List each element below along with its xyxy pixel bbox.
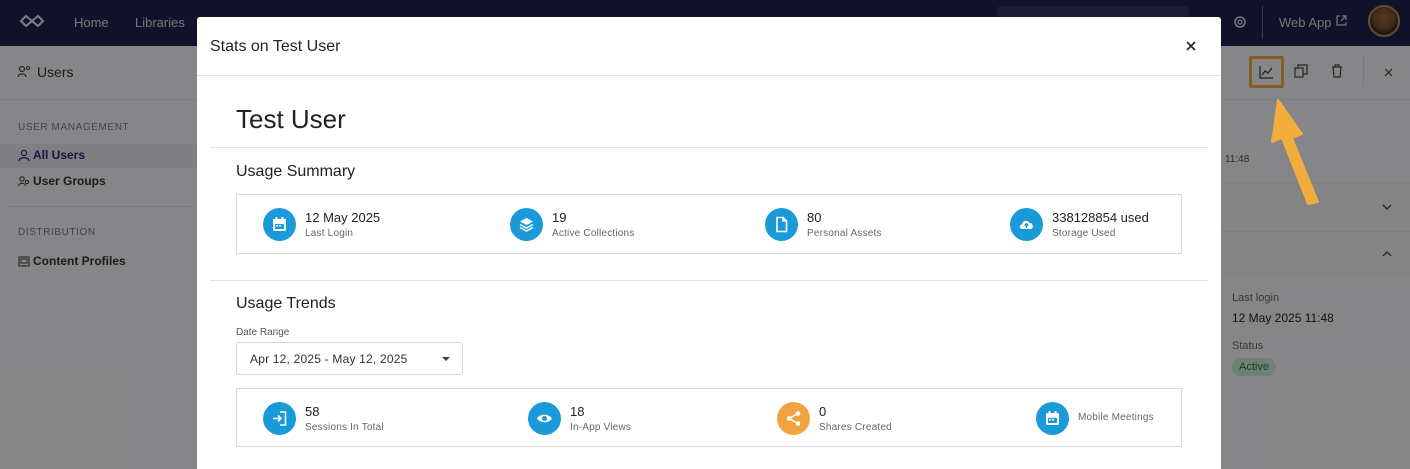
- eye-icon: [528, 402, 561, 435]
- calendar-icon: [263, 208, 296, 241]
- layers-icon: [510, 208, 543, 241]
- stat-caption: Active Collections: [552, 228, 635, 239]
- close-icon[interactable]: [1185, 40, 1197, 52]
- callout-arrow-icon: [1271, 99, 1319, 205]
- usage-summary-card: 12 May 2025 Last Login 19 Active Collect…: [236, 194, 1182, 254]
- usage-summary-title: Usage Summary: [236, 163, 356, 180]
- stat-caption: Shares Created: [819, 422, 892, 433]
- modal-header: Stats on Test User: [197, 17, 1221, 76]
- share-icon: [777, 402, 810, 435]
- stat-caption: In-App Views: [570, 422, 632, 433]
- usage-trends-card: 58 Sessions In Total 18 In-App Views 0 S…: [236, 388, 1182, 447]
- stat-caption: Last Login: [305, 228, 354, 239]
- caret-down-icon: [442, 357, 450, 361]
- date-range-label: Date Range: [236, 327, 290, 338]
- stats-modal: Stats on Test User Test User Usage Summa…: [197, 17, 1221, 469]
- divider: [210, 280, 1208, 281]
- date-range-value: Apr 12, 2025 - May 12, 2025: [250, 352, 408, 366]
- calendar-icon: [1036, 402, 1069, 435]
- stat-value: 0: [819, 404, 827, 419]
- stat-value: 80: [807, 210, 822, 225]
- date-range-select[interactable]: Apr 12, 2025 - May 12, 2025: [236, 342, 463, 375]
- stat-caption: Storage Used: [1052, 228, 1116, 239]
- stat-value: 338128854 used: [1052, 210, 1149, 225]
- stat-value: 18: [570, 404, 585, 419]
- user-name-heading: Test User: [236, 104, 346, 134]
- divider: [210, 147, 1208, 148]
- modal-title: Stats on Test User: [210, 38, 341, 55]
- stat-caption: Mobile Meetings: [1078, 412, 1154, 423]
- cloud-upload-icon: [1010, 208, 1043, 241]
- usage-trends-title: Usage Trends: [236, 295, 336, 312]
- stat-caption: Personal Assets: [807, 228, 882, 239]
- stat-value: 12 May 2025: [305, 210, 381, 225]
- stat-value: 58: [305, 404, 320, 419]
- document-icon: [765, 208, 798, 241]
- stat-caption: Sessions In Total: [305, 422, 384, 433]
- stat-value: 19: [552, 210, 567, 225]
- login-icon: [263, 402, 296, 435]
